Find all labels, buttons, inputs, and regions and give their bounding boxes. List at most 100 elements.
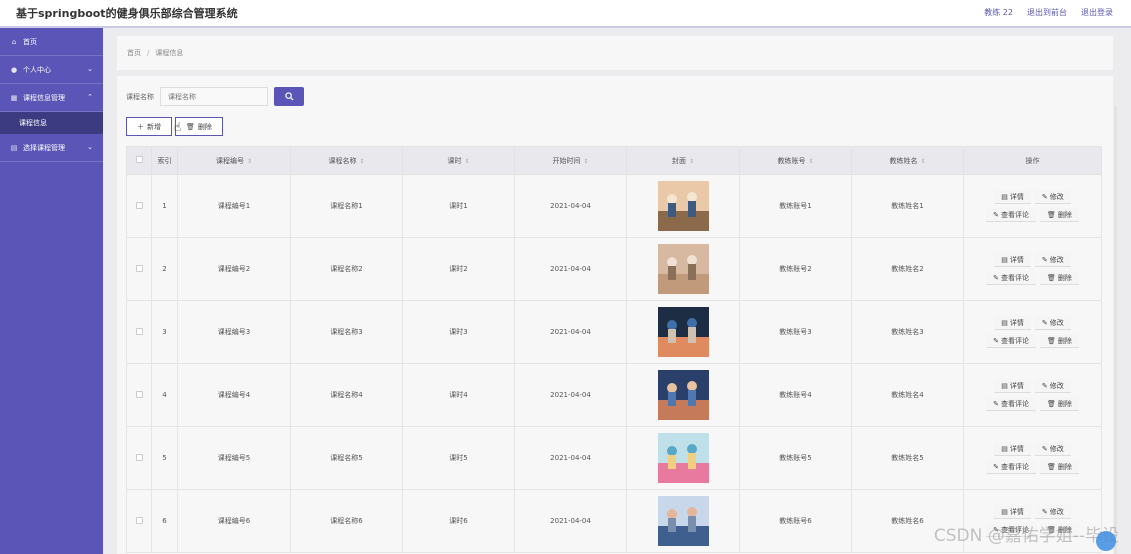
- sidebar-item-home[interactable]: ⌂ 首页: [0, 28, 103, 56]
- detail-button[interactable]: ▤ 详情: [994, 190, 1031, 204]
- detail-button[interactable]: ▤ 详情: [994, 253, 1031, 267]
- plus-icon: ＋: [137, 122, 144, 131]
- column-header[interactable]: 教练账号 ⇕: [739, 146, 852, 175]
- row-checkbox[interactable]: [126, 426, 152, 490]
- breadcrumb: 首页 / 课程信息: [117, 36, 1113, 70]
- cell-start-time: 2021-04-04: [514, 300, 627, 364]
- sidebar-item-label: 个人中心: [23, 65, 51, 74]
- row-actions-line: ▤ 详情 ✎ 修改: [994, 505, 1071, 519]
- cell-course-name: 课程名称3: [290, 300, 403, 364]
- sidebar-item-course-info-management[interactable]: ▦ 课程信息管理 ⌃: [0, 84, 103, 112]
- trash-icon: 🗑: [186, 122, 195, 131]
- search-bar: 课程名称: [126, 87, 304, 106]
- delete-row-button[interactable]: 🗑 删除: [1039, 397, 1079, 411]
- view-comments-button[interactable]: ✎ 查看评论: [986, 460, 1036, 474]
- sidebar-item-label: 选择课程管理: [23, 143, 65, 152]
- cell-start-time: 2021-04-04: [514, 489, 627, 553]
- floating-action-button[interactable]: [1096, 531, 1116, 551]
- cell-hours: 课时6: [402, 489, 515, 553]
- cell-hours: 课时2: [402, 237, 515, 301]
- column-header[interactable]: 课程编号 ⇕: [177, 146, 291, 175]
- row-checkbox[interactable]: [126, 363, 152, 427]
- pencil-icon: ✎: [993, 462, 999, 471]
- edit-button[interactable]: ✎ 修改: [1034, 379, 1071, 393]
- breadcrumb-current: 课程信息: [155, 49, 184, 57]
- column-header[interactable]: 教练姓名 ⇕: [851, 146, 964, 175]
- view-comments-label: 查看评论: [1000, 336, 1029, 345]
- detail-icon: ▤: [1001, 255, 1008, 264]
- cover-image[interactable]: [657, 496, 709, 546]
- cover-image[interactable]: [657, 370, 709, 420]
- delete-row-button[interactable]: 🗑 删除: [1039, 208, 1079, 222]
- cell-course-code: 课程编号3: [177, 300, 291, 364]
- cell-course-name: 课程名称6: [290, 489, 403, 553]
- view-comments-button[interactable]: ✎ 查看评论: [986, 334, 1036, 348]
- cell-index: 5: [151, 426, 178, 490]
- view-comments-button[interactable]: ✎ 查看评论: [986, 208, 1036, 222]
- column-header[interactable]: 开始时间 ⇕: [514, 146, 627, 175]
- column-header: 索引: [151, 146, 178, 175]
- view-comments-label: 查看评论: [1000, 462, 1029, 471]
- breadcrumb-home[interactable]: 首页: [127, 48, 141, 58]
- column-header[interactable]: 课时 ⇕: [402, 146, 515, 175]
- sidebar-item-label: 首页: [23, 37, 37, 46]
- cover-image[interactable]: [657, 307, 709, 357]
- cover-image[interactable]: [657, 433, 709, 483]
- select-all-checkbox[interactable]: [126, 146, 152, 175]
- logout-link[interactable]: 退出登录: [1081, 7, 1113, 18]
- view-comments-button[interactable]: ✎ 查看评论: [986, 397, 1036, 411]
- edit-label: 修改: [1049, 255, 1064, 264]
- delete-row-button[interactable]: 🗑 删除: [1039, 460, 1079, 474]
- cell-coach-account: 教练账号4: [739, 363, 852, 427]
- cover-image[interactable]: [657, 181, 709, 231]
- edit-button[interactable]: ✎ 修改: [1034, 316, 1071, 330]
- sort-icon: ⇕: [920, 157, 926, 165]
- edit-label: 修改: [1049, 192, 1064, 201]
- column-header-label: 课程名称: [328, 156, 357, 165]
- edit-button[interactable]: ✎ 修改: [1034, 505, 1071, 519]
- row-checkbox[interactable]: [126, 489, 152, 553]
- cell-hours: 课时1: [402, 174, 515, 238]
- view-comments-button[interactable]: ✎ 查看评论: [986, 271, 1036, 285]
- detail-button[interactable]: ▤ 详情: [994, 505, 1031, 519]
- cell-cover: [626, 237, 740, 301]
- column-header[interactable]: 封面 ⇕: [626, 146, 740, 175]
- top-right-links: 教练 22 退出到前台 退出登录: [984, 7, 1113, 18]
- row-checkbox[interactable]: [126, 300, 152, 364]
- exit-to-frontend-link[interactable]: 退出到前台: [1027, 7, 1067, 18]
- home-icon: ⌂: [11, 37, 17, 46]
- row-checkbox[interactable]: [126, 237, 152, 301]
- detail-label: 详情: [1009, 444, 1024, 453]
- edit-button[interactable]: ✎ 修改: [1034, 253, 1071, 267]
- checkbox-icon: [135, 156, 143, 163]
- delete-row-button[interactable]: 🗑 删除: [1039, 271, 1079, 285]
- search-button[interactable]: [274, 87, 304, 106]
- batch-delete-button[interactable]: 🗑 删除: [175, 117, 223, 136]
- cell-course-code: 课程编号5: [177, 426, 291, 490]
- edit-button[interactable]: ✎ 修改: [1034, 190, 1071, 204]
- edit-button[interactable]: ✎ 修改: [1034, 442, 1071, 456]
- row-actions-line: ▤ 详情 ✎ 修改: [994, 379, 1071, 393]
- detail-button[interactable]: ▤ 详情: [994, 379, 1031, 393]
- detail-button[interactable]: ▤ 详情: [994, 316, 1031, 330]
- delete-label: 删除: [1057, 336, 1072, 345]
- cell-operations: ▤ 详情 ✎ 修改 ✎ 查看评论 🗑 删除: [963, 426, 1102, 490]
- delete-row-button[interactable]: 🗑 删除: [1039, 334, 1079, 348]
- row-checkbox[interactable]: [126, 174, 152, 238]
- sidebar-item-select-course-management[interactable]: ▤ 选择课程管理 ⌄: [0, 134, 103, 162]
- sidebar-subitem-course-info[interactable]: 课程信息: [0, 112, 103, 134]
- pencil-icon: ✎: [1041, 444, 1048, 453]
- cover-image[interactable]: [657, 244, 709, 294]
- sidebar-item-personal-center[interactable]: ● 个人中心 ⌄: [0, 56, 103, 84]
- column-header[interactable]: 课程名称 ⇕: [290, 146, 403, 175]
- scrollbar[interactable]: [1114, 106, 1117, 554]
- add-button[interactable]: ＋ 新增: [126, 117, 172, 136]
- table-row: 4 课程编号4 课程名称4 课时4 2021-04-04 教练账号4 教练姓名4…: [126, 363, 1102, 427]
- delete-label: 删除: [1057, 273, 1072, 282]
- search-input[interactable]: [160, 87, 268, 106]
- detail-icon: ▤: [1001, 192, 1008, 201]
- cell-hours: 课时3: [402, 300, 515, 364]
- table-row: 2 课程编号2 课程名称2 课时2 2021-04-04 教练账号2 教练姓名2…: [126, 237, 1102, 301]
- cell-course-name: 课程名称4: [290, 363, 403, 427]
- detail-button[interactable]: ▤ 详情: [994, 442, 1031, 456]
